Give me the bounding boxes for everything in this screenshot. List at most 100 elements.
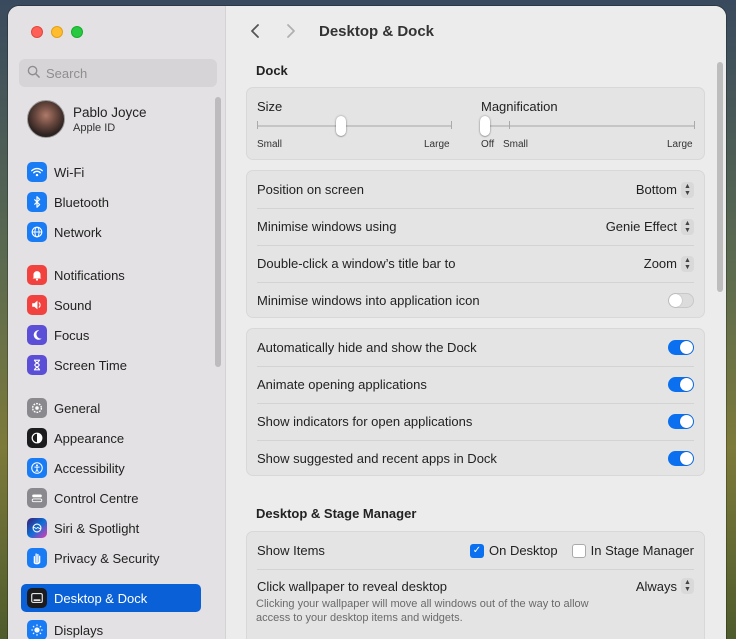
- double-click-popup[interactable]: Zoom ▲ ▼: [643, 255, 694, 272]
- suggested-apps-row: Show suggested and recent apps in Dock: [257, 440, 694, 477]
- sidebar-item-sound[interactable]: Sound: [21, 291, 201, 319]
- double-click-row: Double-click a window’s title bar to Zoo…: [257, 245, 694, 282]
- content-pane: Desktop & Dock Dock Size Small Large Mag…: [226, 6, 726, 639]
- up-down-chevron-icon: ▲ ▼: [681, 181, 694, 198]
- sidebar-item-label: Screen Time: [54, 357, 127, 373]
- wifi-icon: [27, 162, 47, 182]
- back-button[interactable]: [244, 20, 266, 42]
- position-row: Position on screen Bottom ▲ ▼: [257, 171, 694, 208]
- magnification-label: Magnification: [481, 99, 558, 114]
- appearance-icon: [27, 428, 47, 448]
- stage-section-title: Desktop & Stage Manager: [256, 506, 417, 521]
- auto-hide-row: Automatically hide and show the Dock: [257, 329, 694, 366]
- globe-icon: [27, 222, 47, 242]
- indicators-toggle[interactable]: [668, 414, 694, 429]
- animate-toggle[interactable]: [668, 377, 694, 392]
- up-down-chevron-icon: ▲ ▼: [681, 218, 694, 235]
- magnification-off-label: Off: [481, 139, 495, 150]
- sidebar-scrollbar[interactable]: [215, 97, 221, 367]
- bell-icon: [27, 265, 47, 285]
- in-stage-manager-label: In Stage Manager: [590, 543, 694, 558]
- minimise-using-value: Genie Effect: [605, 219, 677, 234]
- hourglass-icon: [27, 355, 47, 375]
- minimise-using-popup[interactable]: Genie Effect ▲ ▼: [605, 218, 694, 235]
- sidebar-item-label: Focus: [54, 327, 90, 343]
- sidebar-item-notifications[interactable]: Notifications: [21, 261, 201, 289]
- sidebar-item-label: Notifications: [54, 267, 125, 283]
- profile-name: Pablo Joyce: [73, 104, 147, 120]
- sidebar-item-accessibility[interactable]: Accessibility: [21, 454, 201, 482]
- sidebar-item-desktop-dock[interactable]: Desktop & Dock: [21, 584, 201, 612]
- indicators-row: Show indicators for open applications: [257, 403, 694, 440]
- minimize-button[interactable]: [51, 26, 63, 38]
- auto-hide-toggle[interactable]: [668, 340, 694, 355]
- sidebar-item-label: Network: [54, 224, 102, 240]
- sidebar-item-label: Appearance: [54, 430, 125, 446]
- chevron-left-icon: [251, 24, 259, 38]
- position-value: Bottom: [635, 182, 677, 197]
- double-click-value: Zoom: [643, 256, 677, 271]
- sidebar-item-bluetooth[interactable]: Bluetooth: [21, 188, 201, 216]
- on-desktop-checkbox[interactable]: ✓ On Desktop: [469, 543, 558, 558]
- sidebar-item-network[interactable]: Network: [21, 218, 201, 246]
- sidebar-item-label: Accessibility: [54, 460, 125, 476]
- sidebar-item-screen-time[interactable]: Screen Time: [21, 351, 201, 379]
- profile-subtitle: Apple ID: [73, 121, 116, 134]
- close-button[interactable]: [31, 26, 43, 38]
- search-field[interactable]: [19, 59, 217, 87]
- animate-label: Animate opening applications: [257, 377, 427, 392]
- click-wallpaper-value: Always: [635, 578, 677, 594]
- checkmark-icon: ✓: [469, 543, 484, 558]
- magnification-slider-track[interactable]: [481, 125, 695, 127]
- sidebar-item-label: Sound: [54, 297, 92, 313]
- size-tick: [257, 121, 258, 129]
- toolbar: Desktop & Dock: [244, 20, 434, 42]
- checkbox-box: [571, 543, 586, 558]
- sidebar-item-displays[interactable]: Displays: [21, 616, 201, 639]
- sidebar-item-label: Desktop & Dock: [54, 590, 148, 606]
- suggested-apps-label: Show suggested and recent apps in Dock: [257, 451, 497, 466]
- sidebar-item-privacy-security[interactable]: Privacy & Security: [21, 544, 201, 572]
- zoom-button[interactable]: [71, 26, 83, 38]
- sidebar-item-label: Control Centre: [54, 490, 139, 506]
- forward-button[interactable]: [280, 20, 302, 42]
- content-scrollbar[interactable]: [717, 62, 723, 292]
- chevron-right-icon: [287, 24, 295, 38]
- speaker-icon: [27, 295, 47, 315]
- up-down-chevron-icon: ▲ ▼: [681, 255, 694, 272]
- sidebar-item-label: Privacy & Security: [54, 550, 160, 566]
- minimise-into-icon-row: Minimise windows into application icon: [257, 282, 694, 319]
- moon-icon: [27, 325, 47, 345]
- apple-id-profile[interactable]: Pablo Joyce Apple ID: [27, 100, 147, 138]
- click-wallpaper-label: Click wallpaper to reveal desktop: [257, 578, 448, 594]
- suggested-apps-toggle[interactable]: [668, 451, 694, 466]
- magnification-tick: [694, 121, 695, 129]
- magnification-min-label: Small: [503, 139, 529, 150]
- in-stage-manager-checkbox[interactable]: In Stage Manager: [571, 543, 694, 558]
- siri-icon: [27, 518, 47, 538]
- size-tick: [451, 121, 452, 129]
- sidebar-item-general[interactable]: General: [21, 394, 201, 422]
- sidebar-item-focus[interactable]: Focus: [21, 321, 201, 349]
- sidebar-item-control-centre[interactable]: Control Centre: [21, 484, 201, 512]
- minimise-into-icon-toggle[interactable]: [668, 293, 694, 308]
- hand-icon: [27, 548, 47, 568]
- magnification-slider-thumb[interactable]: [480, 116, 490, 136]
- window-controls: [31, 26, 83, 38]
- control-centre-icon: [27, 488, 47, 508]
- dock-behaviour-group: Position on screen Bottom ▲ ▼ Minimise wi…: [246, 170, 705, 318]
- click-wallpaper-popup[interactable]: Always ▲ ▼: [636, 578, 694, 594]
- sidebar-item-wifi[interactable]: Wi-Fi: [21, 158, 201, 186]
- sidebar-item-label: General: [54, 400, 101, 416]
- click-wallpaper-description: Clicking your wallpaper will move all wi…: [256, 598, 589, 624]
- search-input[interactable]: [46, 65, 206, 81]
- size-slider-thumb[interactable]: [335, 116, 346, 136]
- search-icon: [27, 65, 40, 81]
- position-popup[interactable]: Bottom ▲ ▼: [635, 181, 694, 198]
- sun-icon: [27, 620, 47, 639]
- size-slider-track[interactable]: [257, 125, 452, 127]
- click-wallpaper-row: Click wallpaper to reveal desktop Always…: [257, 575, 694, 597]
- sidebar-item-siri-spotlight[interactable]: Siri & Spotlight: [21, 514, 201, 542]
- sidebar: Pablo Joyce Apple ID Wi-Fi Bluetooth Net…: [8, 6, 226, 639]
- sidebar-item-appearance[interactable]: Appearance: [21, 424, 201, 452]
